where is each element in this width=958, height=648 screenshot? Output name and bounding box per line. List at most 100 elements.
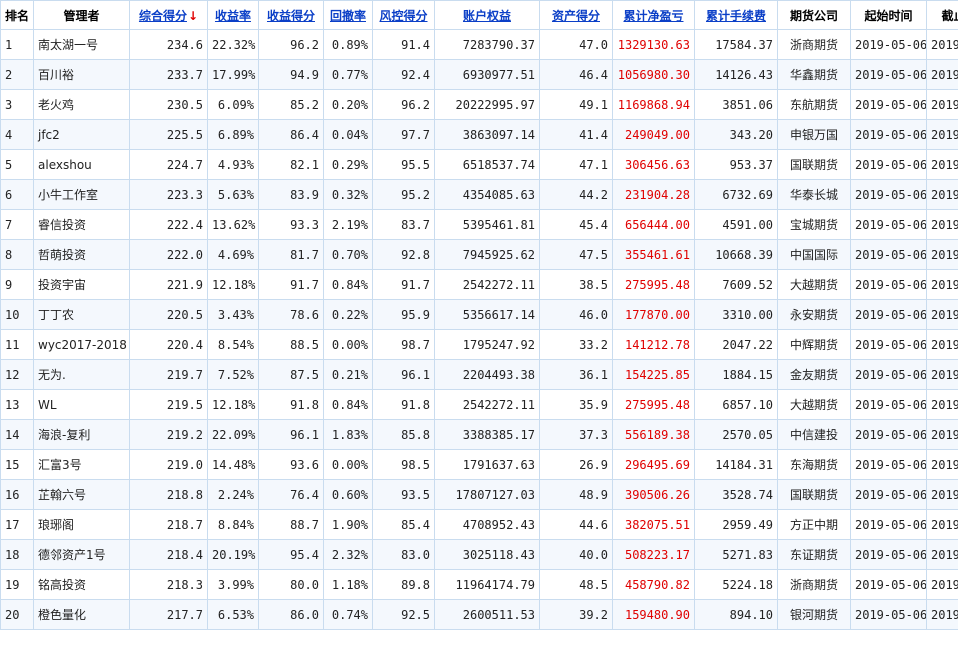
futures-company: 方正中期 — [777, 509, 851, 540]
asset-score: 46.0 — [539, 299, 613, 330]
futures-company: 宝城期货 — [777, 209, 851, 240]
end-date: 2019-05-15 — [926, 449, 958, 480]
return-rate: 3.43% — [207, 299, 259, 330]
header-composite-score[interactable]: 综合得分↓ — [129, 0, 208, 30]
account-equity: 4354085.63 — [434, 179, 540, 210]
return-score: 96.1 — [258, 419, 324, 450]
account-equity: 2542272.11 — [434, 389, 540, 420]
net-profit: 249049.00 — [612, 119, 695, 150]
composite-score: 221.9 — [129, 269, 208, 300]
manager-name[interactable]: 投资宇宙 — [33, 269, 130, 300]
return-score: 85.2 — [258, 89, 324, 120]
end-date: 2019-05-15 — [926, 239, 958, 270]
manager-name[interactable]: 哲萌投资 — [33, 239, 130, 270]
cumulative-fees: 894.10 — [694, 599, 778, 630]
rank-cell: 19 — [0, 569, 34, 600]
header-return-score[interactable]: 收益得分 — [258, 0, 324, 30]
start-date: 2019-05-06 — [850, 329, 927, 360]
cumulative-fees: 2570.05 — [694, 419, 778, 450]
composite-score: 233.7 — [129, 59, 208, 90]
account-equity: 5356617.14 — [434, 299, 540, 330]
futures-company: 永安期货 — [777, 299, 851, 330]
manager-name[interactable]: 海浪-复利 — [33, 419, 130, 450]
futures-company: 中国国际 — [777, 239, 851, 270]
start-date: 2019-05-06 — [850, 149, 927, 180]
rank-cell: 9 — [0, 269, 34, 300]
manager-name[interactable]: WL — [33, 389, 130, 420]
cumulative-fees: 10668.39 — [694, 239, 778, 270]
return-rate: 7.52% — [207, 359, 259, 390]
return-rate: 6.09% — [207, 89, 259, 120]
drawdown-rate: 0.74% — [323, 599, 373, 630]
manager-name[interactable]: 南太湖一号 — [33, 29, 130, 60]
account-equity: 3025118.43 — [434, 539, 540, 570]
table-row: 4 jfc2 225.5 6.89% 86.4 0.04% 97.7 3863097.14 41… — [0, 119, 958, 150]
net-profit: 275995.48 — [612, 389, 695, 420]
table-row: 2 百川裕 233.7 17.99% 94.9 0.77% 92.4 6930977.51 46… — [0, 59, 958, 90]
rank-cell: 17 — [0, 509, 34, 540]
manager-name[interactable]: 百川裕 — [33, 59, 130, 90]
futures-company: 国联期货 — [777, 149, 851, 180]
return-rate: 5.63% — [207, 179, 259, 210]
cumulative-fees: 17584.37 — [694, 29, 778, 60]
header-fees[interactable]: 累计手续费 — [694, 0, 778, 30]
risk-score: 85.8 — [372, 419, 435, 450]
net-profit: 275995.48 — [612, 269, 695, 300]
drawdown-rate: 1.90% — [323, 509, 373, 540]
drawdown-rate: 0.32% — [323, 179, 373, 210]
header-return-rate[interactable]: 收益率 — [207, 0, 259, 30]
asset-score: 36.1 — [539, 359, 613, 390]
end-date: 2019-05-15 — [926, 599, 958, 630]
drawdown-rate: 1.18% — [323, 569, 373, 600]
account-equity: 5395461.81 — [434, 209, 540, 240]
manager-name[interactable]: 橙色量化 — [33, 599, 130, 630]
manager-name[interactable]: 睿信投资 — [33, 209, 130, 240]
manager-name[interactable]: 汇富3号 — [33, 449, 130, 480]
start-date: 2019-05-06 — [850, 209, 927, 240]
table-row: 3 老火鸡 230.5 6.09% 85.2 0.20% 96.2 20222995.97 49… — [0, 89, 958, 120]
return-score: 95.4 — [258, 539, 324, 570]
asset-score: 35.9 — [539, 389, 613, 420]
end-date: 2019-05-15 — [926, 329, 958, 360]
header-equity[interactable]: 账户权益 — [434, 0, 540, 30]
account-equity: 3388385.17 — [434, 419, 540, 450]
futures-company: 浙商期货 — [777, 569, 851, 600]
net-profit: 1056980.30 — [612, 59, 695, 90]
manager-name[interactable]: alexshou — [33, 149, 130, 180]
header-net-profit[interactable]: 累计净盈亏 — [612, 0, 695, 30]
header-drawdown[interactable]: 回撤率 — [323, 0, 373, 30]
start-date: 2019-05-06 — [850, 569, 927, 600]
rank-cell: 11 — [0, 329, 34, 360]
table-row: 8 哲萌投资 222.0 4.69% 81.7 0.70% 92.8 7945925.62 47… — [0, 239, 958, 270]
drawdown-rate: 0.89% — [323, 29, 373, 60]
start-date: 2019-05-06 — [850, 179, 927, 210]
futures-company: 大越期货 — [777, 269, 851, 300]
manager-name[interactable]: 老火鸡 — [33, 89, 130, 120]
manager-name[interactable]: 芷翰六号 — [33, 479, 130, 510]
manager-name[interactable]: 德邻资产1号 — [33, 539, 130, 570]
asset-score: 37.3 — [539, 419, 613, 450]
end-date: 2019-05-15 — [926, 29, 958, 60]
end-date: 2019-05-15 — [926, 299, 958, 330]
header-asset-score[interactable]: 资产得分 — [539, 0, 613, 30]
manager-name[interactable]: wyc2017-2018 — [33, 329, 130, 360]
manager-name[interactable]: 无为. — [33, 359, 130, 390]
manager-name[interactable]: 丁丁农 — [33, 299, 130, 330]
manager-name[interactable]: 琅琊阁 — [33, 509, 130, 540]
rank-cell: 14 — [0, 419, 34, 450]
manager-name[interactable]: 小牛工作室 — [33, 179, 130, 210]
risk-score: 95.2 — [372, 179, 435, 210]
risk-score: 91.8 — [372, 389, 435, 420]
futures-company: 东证期货 — [777, 539, 851, 570]
return-rate: 20.19% — [207, 539, 259, 570]
table-row: 11 wyc2017-2018 220.4 8.54% 88.5 0.00% 98.7 179… — [0, 329, 958, 360]
account-equity: 20222995.97 — [434, 89, 540, 120]
composite-score: 217.7 — [129, 599, 208, 630]
header-risk-score[interactable]: 风控得分 — [372, 0, 435, 30]
manager-name[interactable]: 铭高投资 — [33, 569, 130, 600]
start-date: 2019-05-06 — [850, 299, 927, 330]
cumulative-fees: 3310.00 — [694, 299, 778, 330]
manager-name[interactable]: jfc2 — [33, 119, 130, 150]
table-row: 16 芷翰六号 218.8 2.24% 76.4 0.60% 93.5 17807127.03… — [0, 479, 958, 510]
table-row: 17 琅琊阁 218.7 8.84% 88.7 1.90% 85.4 4708952.43 44… — [0, 509, 958, 540]
